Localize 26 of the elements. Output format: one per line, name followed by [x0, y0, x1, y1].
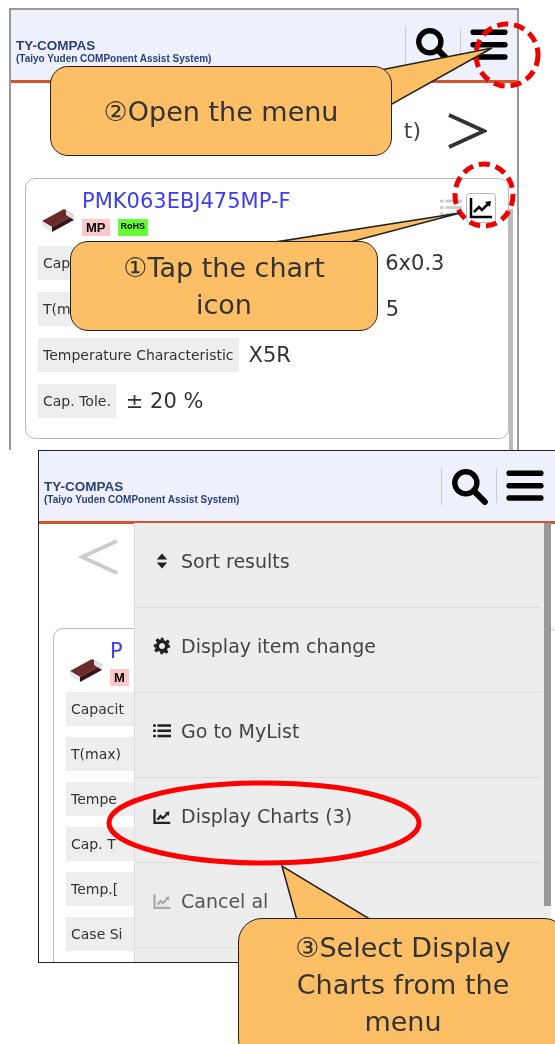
- nav-text: t): [403, 118, 421, 143]
- status-tag: MP: [82, 219, 110, 236]
- settings-icon: [153, 637, 171, 655]
- app-title: TY-COMPAS: [44, 479, 125, 494]
- part-number-link[interactable]: PMK063EBJ475MP-F: [82, 189, 436, 213]
- list-icon: [153, 722, 171, 740]
- spec-label: Cap. Tole.: [38, 384, 116, 418]
- status-tag: RoHS: [117, 219, 148, 236]
- spec-value: ± 20 %: [125, 389, 204, 413]
- menu-item[interactable]: Go to MyList: [135, 693, 541, 778]
- status-tag: M: [110, 669, 129, 686]
- app-subtitle: (Taiyo Yuden COMPonent Assist System): [16, 53, 212, 64]
- highlight-circle: [473, 21, 541, 89]
- spec-value: X5R: [248, 343, 291, 367]
- highlight-circle: [452, 161, 516, 229]
- spec-value: 6x0.3: [385, 251, 445, 275]
- spec-label: Temperature Characteristic: [38, 338, 239, 372]
- spec-value: 5: [385, 297, 400, 321]
- chart-icon[interactable]: [466, 193, 496, 223]
- chart-icon: [153, 807, 171, 825]
- app-title: TY-COMPAS: [16, 38, 97, 53]
- chart-icon: [153, 892, 171, 910]
- menu-item[interactable]: Sort results: [135, 523, 541, 608]
- menu-item[interactable]: Display item change: [135, 608, 541, 693]
- menu-item[interactable]: Display Charts (3): [135, 778, 541, 863]
- app-subtitle: (Taiyo Yuden COMPonent Assist System): [44, 494, 240, 505]
